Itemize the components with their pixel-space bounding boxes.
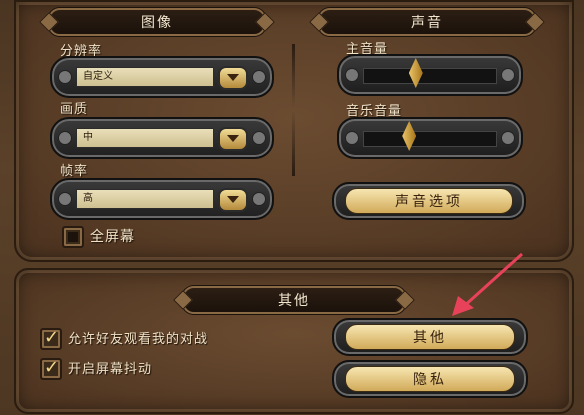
other-section-header: 其他 [173, 286, 415, 314]
image-section-title: 图像 [141, 15, 173, 31]
sound-section-title: 声音 [411, 15, 443, 31]
screw-icon [252, 131, 266, 145]
screw-icon [501, 131, 515, 145]
master-volume-slider[interactable] [337, 54, 523, 96]
framerate-dropdown[interactable]: 高 [50, 178, 274, 220]
framerate-label: 帧率 [60, 164, 89, 179]
quality-value: 中 [76, 128, 214, 148]
checkbox-fill [68, 232, 78, 242]
screw-icon [345, 131, 359, 145]
sound-options-button[interactable]: 声音选项 [332, 182, 526, 220]
privacy-button-label: 隐私 [345, 366, 515, 392]
resolution-value: 自定义 [76, 67, 214, 87]
screw-icon [58, 131, 72, 145]
dropdown-arrow-icon[interactable] [218, 127, 248, 151]
screw-icon [58, 192, 72, 206]
screen-shake-label: 开启屏幕抖动 [68, 362, 153, 377]
allow-friends-checkbox[interactable] [40, 327, 62, 350]
other-button[interactable]: 其他 [332, 318, 528, 356]
other-section-title: 其他 [278, 293, 310, 309]
sound-section-header: 声音 [309, 8, 545, 36]
screw-icon [252, 192, 266, 206]
annotation-arrow-icon [452, 252, 524, 316]
settings-window: 图像 声音 分辨率 自定义 画质 中 帧率 高 全屏幕 主音量 音乐音量 声音选… [0, 0, 584, 415]
framerate-value: 高 [76, 189, 214, 209]
image-section-header: 图像 [39, 8, 275, 36]
allow-friends-label: 允许好友观看我的对战 [68, 332, 209, 347]
music-volume-slider[interactable] [337, 117, 523, 159]
dropdown-arrow-icon[interactable] [218, 188, 248, 212]
other-button-label: 其他 [345, 324, 515, 350]
section-divider [292, 44, 295, 176]
annotation-arrow-line [460, 252, 524, 310]
screw-icon [501, 68, 515, 82]
screw-icon [252, 70, 266, 84]
screen-shake-checkbox[interactable] [40, 357, 62, 380]
privacy-button[interactable]: 隐私 [332, 360, 528, 398]
sound-options-label: 声音选项 [345, 188, 513, 214]
screw-icon [345, 68, 359, 82]
resolution-dropdown[interactable]: 自定义 [50, 56, 274, 98]
slider-track [363, 68, 497, 84]
quality-dropdown[interactable]: 中 [50, 117, 274, 159]
slider-track [363, 131, 497, 147]
quality-label: 画质 [60, 102, 89, 117]
dropdown-arrow-icon[interactable] [218, 66, 248, 90]
screw-icon [58, 70, 72, 84]
fullscreen-checkbox[interactable] [62, 226, 84, 248]
fullscreen-label: 全屏幕 [90, 229, 135, 245]
